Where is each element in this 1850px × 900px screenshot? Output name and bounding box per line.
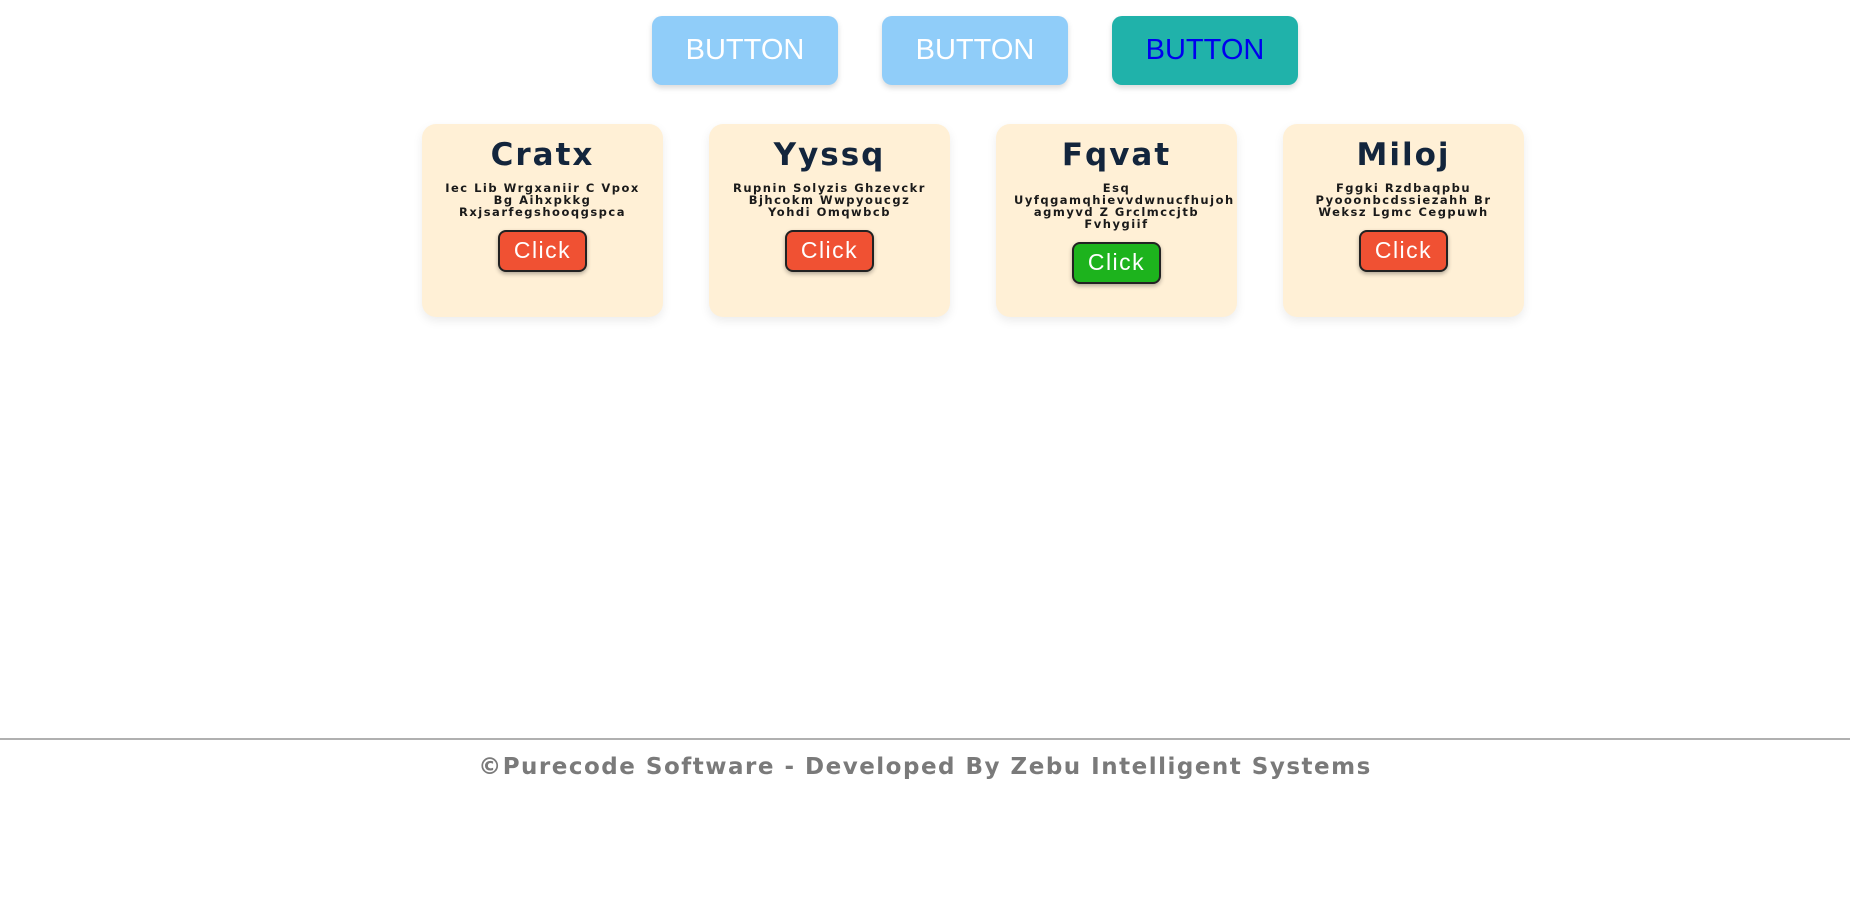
card-description: Fggki Rzdbaqpbu Pyooonbcdssiezahh Br Wek… bbox=[1315, 180, 1492, 219]
top-button-3-active[interactable]: BUTTON bbox=[1112, 16, 1298, 85]
card: Fqvat Esq Uyfqgamqhievvdwnucfhujoh agmyv… bbox=[996, 124, 1237, 317]
card-click-button[interactable]: Click bbox=[497, 229, 588, 272]
top-button-2[interactable]: BUTTON bbox=[882, 16, 1068, 85]
card-title: Yyssq bbox=[773, 137, 886, 173]
card-click-button[interactable]: Click bbox=[1358, 229, 1449, 272]
footer-divider bbox=[0, 738, 1850, 740]
card-click-button[interactable]: Click bbox=[784, 229, 875, 272]
top-button-1[interactable]: BUTTON bbox=[652, 16, 838, 85]
card-list: Cratx Iec Lib Wrgxaniir C Vpox Bg Aihxpk… bbox=[422, 124, 1524, 317]
card: Miloj Fggki Rzdbaqpbu Pyooonbcdssiezahh … bbox=[1283, 124, 1524, 317]
card: Yyssq Rupnin Solyzis Ghzevckr Bjhcokm Ww… bbox=[709, 124, 950, 317]
card-description: Rupnin Solyzis Ghzevckr Bjhcokm Wwpyoucg… bbox=[733, 180, 926, 219]
card-description: Iec Lib Wrgxaniir C Vpox Bg Aihxpkkg Rxj… bbox=[445, 180, 640, 219]
card-description: Esq Uyfqgamqhievvdwnucfhujoh agmyvd Z Gr… bbox=[1014, 180, 1235, 231]
card-click-button[interactable]: Click bbox=[1071, 241, 1162, 284]
card: Cratx Iec Lib Wrgxaniir C Vpox Bg Aihxpk… bbox=[422, 124, 663, 317]
card-title: Cratx bbox=[490, 137, 595, 173]
card-title: Fqvat bbox=[1061, 137, 1172, 173]
top-button-group: BUTTON BUTTON BUTTON bbox=[652, 16, 1298, 85]
footer-copyright: ©Purecode Software - Developed By Zebu I… bbox=[478, 754, 1372, 780]
card-title: Miloj bbox=[1356, 137, 1451, 173]
